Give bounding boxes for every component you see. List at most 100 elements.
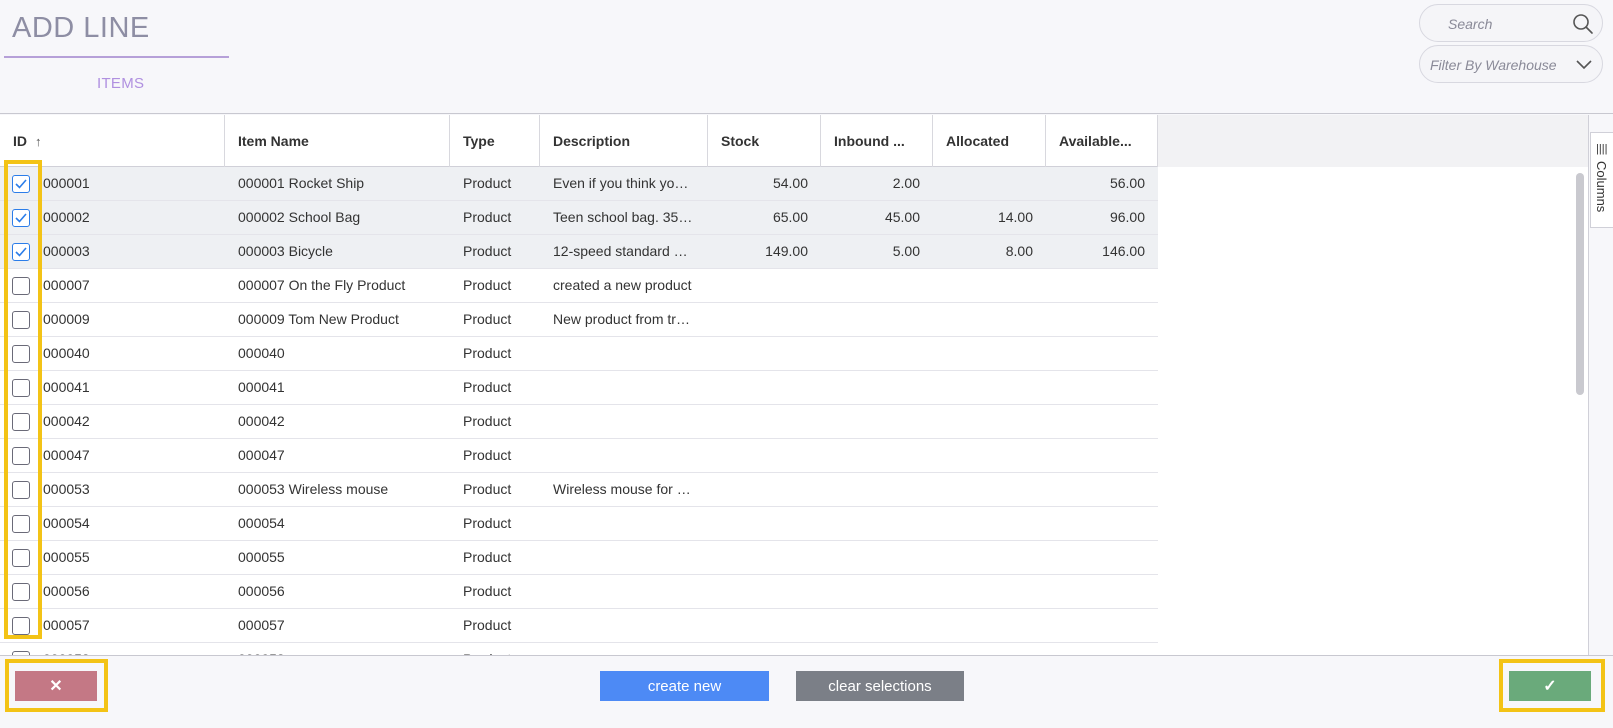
cell-inbound	[821, 609, 920, 642]
column-header-available[interactable]: Available...	[1046, 115, 1158, 167]
table-row[interactable]: 000009 000009 Tom New Product Product New p…	[0, 303, 1158, 337]
cell-description	[553, 405, 695, 438]
cell-inbound	[821, 337, 920, 370]
cell-type: Product	[463, 643, 533, 655]
cell-id: 000058	[43, 643, 213, 655]
column-header-item-name[interactable]: Item Name	[225, 115, 450, 167]
cancel-button[interactable]: ✕	[15, 671, 97, 701]
row-checkbox-checked[interactable]	[12, 209, 30, 227]
table-row[interactable]: 000002 000002 School Bag Product Teen schoo…	[0, 201, 1158, 235]
cell-type: Product	[463, 209, 512, 225]
vertical-scrollbar[interactable]	[1576, 173, 1584, 395]
header: ADD LINE ITEMS Filter By Warehouse	[0, 0, 1613, 114]
cell-available	[1046, 507, 1145, 540]
cell-available	[1046, 405, 1145, 438]
column-header-inbound[interactable]: Inbound ...	[821, 115, 933, 167]
cell-stock: 149.00	[765, 243, 808, 259]
checkbox-checked-icon	[15, 179, 27, 189]
cell-name: 000057	[238, 617, 285, 633]
cell-id: 000057	[43, 617, 90, 633]
tab-items[interactable]: ITEMS	[97, 75, 144, 92]
table-row[interactable]: 000047 000047 Product	[0, 439, 1158, 473]
cell-stock	[708, 269, 808, 302]
cell-stock: 54.00	[772, 175, 808, 191]
cell-id: 000040	[43, 345, 90, 361]
cell-type: Product	[463, 243, 512, 259]
cell-allocated	[933, 303, 1033, 336]
cell-inbound	[821, 473, 920, 506]
table-row[interactable]: 000003 000003 Bicycle Product 12-speed stan…	[0, 235, 1158, 269]
cell-name: 000009 Tom New Product	[238, 311, 399, 327]
chevron-down-icon[interactable]	[1575, 57, 1593, 71]
cell-stock	[708, 541, 808, 574]
row-checkbox-checked[interactable]	[12, 175, 30, 193]
table-row[interactable]: 000053 000053 Wireless mouse Product Wirele…	[0, 473, 1158, 507]
filter-by-warehouse-dropdown[interactable]: Filter By Warehouse	[1419, 45, 1603, 83]
cell-name: 000056	[238, 583, 285, 599]
create-new-button[interactable]: create new	[600, 671, 769, 701]
columns-side-tab-label: Columns	[1594, 161, 1609, 213]
row-checkbox[interactable]	[12, 583, 30, 601]
search-input[interactable]	[1448, 14, 1568, 34]
confirm-button[interactable]: ✓	[1509, 671, 1591, 701]
cell-id: 000002	[43, 209, 90, 225]
clear-selections-button[interactable]: clear selections	[796, 671, 964, 701]
row-checkbox[interactable]	[12, 481, 30, 499]
cell-inbound	[821, 541, 920, 574]
row-checkbox[interactable]	[12, 379, 30, 397]
column-header-stock[interactable]: Stock	[708, 115, 821, 167]
table-row[interactable]: 000041 000041 Product	[0, 371, 1158, 405]
table-row[interactable]: 000056 000056 Product	[0, 575, 1158, 609]
row-checkbox[interactable]	[12, 447, 30, 465]
column-header-label: Available...	[1059, 133, 1132, 149]
cell-stock	[708, 303, 808, 336]
cell-inbound	[821, 575, 920, 608]
cell-available: 56.00	[1109, 175, 1145, 191]
cell-id: 000003	[43, 243, 90, 259]
row-checkbox-checked[interactable]	[12, 243, 30, 261]
cell-allocated: 14.00	[997, 209, 1033, 225]
table-row[interactable]: 000040 000040 Product	[0, 337, 1158, 371]
column-header-allocated[interactable]: Allocated	[933, 115, 1046, 167]
row-checkbox[interactable]	[12, 515, 30, 533]
table-row[interactable]: 000007 000007 On the Fly Product Product cr…	[0, 269, 1158, 303]
column-header-description[interactable]: Description	[540, 115, 708, 167]
cell-allocated	[933, 643, 1033, 655]
table-row[interactable]: 000042 000042 Product	[0, 405, 1158, 439]
table-row[interactable]: 000001 000001 Rocket Ship Product Even if y…	[0, 167, 1158, 201]
cell-allocated	[933, 405, 1033, 438]
sort-ascending-icon[interactable]: ↑	[35, 116, 42, 168]
row-checkbox[interactable]	[12, 277, 30, 295]
cell-inbound	[821, 405, 920, 438]
cell-type: Product	[463, 617, 512, 633]
cell-type: Product	[463, 481, 512, 497]
cell-description	[553, 609, 695, 642]
columns-side-tab[interactable]: |||| Columns	[1590, 132, 1613, 228]
row-checkbox[interactable]	[12, 549, 30, 567]
cell-id: 000001	[43, 175, 90, 191]
row-checkbox[interactable]	[12, 345, 30, 363]
column-header-label: ID	[13, 133, 27, 149]
cell-available	[1046, 303, 1145, 336]
cell-allocated	[933, 507, 1033, 540]
table-row[interactable]: 000055 000055 Product	[0, 541, 1158, 575]
column-header-id[interactable]: ID ↑	[0, 115, 225, 167]
search-icon[interactable]	[1572, 13, 1594, 35]
column-header-type[interactable]: Type	[450, 115, 540, 167]
cell-stock: 65.00	[772, 209, 808, 225]
table-row[interactable]: 000057 000057 Product	[0, 609, 1158, 643]
row-checkbox[interactable]	[12, 617, 30, 635]
cell-id: 000053	[43, 481, 90, 497]
cell-name: 000042	[238, 413, 285, 429]
row-checkbox[interactable]	[12, 413, 30, 431]
grid-right-border	[1588, 115, 1589, 655]
filter-label: Filter By Warehouse	[1430, 57, 1557, 73]
cell-inbound	[821, 439, 920, 472]
row-checkbox[interactable]	[12, 311, 30, 329]
table-row[interactable]: 000058 000058 Product	[0, 643, 1158, 655]
search-box[interactable]	[1419, 4, 1603, 42]
cell-allocated	[933, 439, 1033, 472]
table-row[interactable]: 000054 000054 Product	[0, 507, 1158, 541]
cell-stock	[708, 507, 808, 540]
cell-available: 146.00	[1102, 243, 1145, 259]
